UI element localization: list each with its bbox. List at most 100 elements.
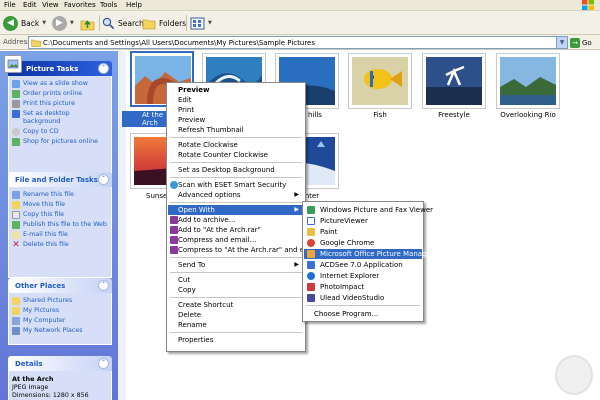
my-pictures-link[interactable]: My Pictures: [12, 307, 108, 315]
details-header[interactable]: Details ˆ: [8, 356, 112, 371]
collapse-chevron-icon[interactable]: ˆ: [98, 174, 109, 185]
label-fish[interactable]: Fish: [340, 111, 420, 119]
open-with-ulead-videostudio[interactable]: Ulead VideoStudio: [304, 293, 422, 303]
menu-tools[interactable]: Tools: [100, 1, 117, 9]
view-slideshow-link[interactable]: View as a slide show: [12, 80, 108, 88]
set-desktop-background-link[interactable]: Set as desktop background: [12, 110, 108, 126]
go-button[interactable]: → Go: [570, 36, 592, 49]
scrollbar[interactable]: [118, 51, 126, 400]
label-at-the-arch[interactable]: At the Arch: [122, 111, 172, 127]
menu-item-set-desktop-background[interactable]: Set as Desktop Background: [168, 165, 304, 175]
thumbnail-freestyle[interactable]: [422, 53, 486, 109]
submenu-arrow-icon: ▶: [294, 206, 299, 213]
chevron-down-icon: ▼: [42, 20, 47, 26]
menu-file[interactable]: File: [4, 1, 16, 9]
menu-item-rotate-clockwise[interactable]: Rotate Clockwise: [168, 140, 304, 150]
menu-item-add-to-archive[interactable]: Add to archive...: [168, 215, 304, 225]
label-overlooking-rio[interactable]: Overlooking Rio: [488, 111, 568, 119]
link-label: Set as desktop background: [23, 110, 70, 125]
thumbnail-overlooking-rio[interactable]: [496, 53, 560, 109]
menu-item-create-shortcut[interactable]: Create Shortcut: [168, 300, 304, 310]
open-with-internet-explorer[interactable]: Internet Explorer: [304, 271, 422, 281]
menu-item-refresh-thumbnail[interactable]: Refresh Thumbnail: [168, 125, 304, 135]
menu-help[interactable]: Help: [126, 1, 142, 9]
forward-button[interactable]: ▶ ▼: [52, 14, 74, 32]
menu-item-properties[interactable]: Properties: [168, 335, 304, 345]
menu-favorites[interactable]: Favorites: [64, 1, 96, 9]
open-with-photoimpact[interactable]: PhotoImpact: [304, 282, 422, 292]
search-button[interactable]: Search: [102, 14, 144, 32]
delete-file-link[interactable]: ✕ Delete this file: [12, 241, 108, 250]
menu-item-print[interactable]: Print: [168, 105, 304, 115]
menu-edit[interactable]: Edit: [23, 1, 37, 9]
link-label: My Pictures: [23, 307, 60, 314]
menu-item-add-to-rar[interactable]: Add to "At the Arch.rar": [168, 225, 304, 235]
label-freestyle[interactable]: Freestyle: [414, 111, 494, 119]
my-network-places-link[interactable]: My Network Places: [12, 327, 108, 335]
open-with-office-picture-manager[interactable]: Microsoft Office Picture Manager: [304, 249, 434, 259]
collapse-chevron-icon[interactable]: ˆ: [98, 63, 109, 74]
menu-item-compress-rar-email[interactable]: Compress to "At the Arch.rar" and email: [168, 245, 319, 255]
menu-item-rename[interactable]: Rename: [168, 320, 304, 330]
shop-pictures-link[interactable]: Shop for pictures online: [12, 138, 108, 146]
paint-icon: [307, 228, 315, 236]
menu-separator: [306, 305, 420, 306]
shared-pictures-link[interactable]: Shared Pictures: [12, 297, 108, 305]
rename-file-link[interactable]: Rename this file: [12, 191, 108, 199]
print-picture-link[interactable]: Print this picture: [12, 100, 108, 108]
open-with-google-chrome[interactable]: Google Chrome: [304, 238, 422, 248]
address-field[interactable]: C:\Documents and Settings\All Users\Docu…: [28, 36, 568, 49]
publish-web-link[interactable]: Publish this file to the Web: [12, 221, 108, 229]
menu-item-advanced-options[interactable]: Advanced options ▶: [168, 190, 304, 200]
address-dropdown-button[interactable]: ▼: [556, 37, 567, 48]
up-folder-button[interactable]: [80, 14, 95, 32]
menu-item-cut[interactable]: Cut: [168, 275, 304, 285]
slideshow-icon: [12, 80, 20, 88]
file-folder-tasks-header[interactable]: File and Folder Tasks ˆ: [8, 172, 112, 187]
menu-item-copy[interactable]: Copy: [168, 285, 304, 295]
back-button[interactable]: ◀ Back ▼: [3, 14, 46, 32]
menu-item-label: Internet Explorer: [320, 272, 380, 280]
thumbnail-fish[interactable]: [348, 53, 412, 109]
folders-icon: [142, 19, 156, 29]
menu-item-preview[interactable]: Preview: [168, 115, 304, 125]
internet-explorer-icon: [307, 272, 315, 280]
image-fish: [352, 57, 408, 105]
open-with-paint[interactable]: Paint: [304, 227, 422, 237]
copy-to-cd-link[interactable]: Copy to CD: [12, 128, 108, 136]
menu-view[interactable]: View: [42, 1, 59, 9]
menu-item-scan-eset[interactable]: Scan with ESET Smart Security: [168, 180, 304, 190]
collapse-chevron-icon[interactable]: ˆ: [98, 280, 109, 291]
my-computer-link[interactable]: My Computer: [12, 317, 108, 325]
menu-item-open-with[interactable]: Open With ▶: [168, 205, 304, 215]
menu-item-send-to[interactable]: Send To ▶: [168, 260, 304, 270]
menu-item-edit[interactable]: Edit: [168, 95, 304, 105]
views-button[interactable]: ▼: [190, 14, 212, 32]
copy-icon: [12, 211, 20, 219]
menu-item-compress-email[interactable]: Compress and email...: [168, 235, 304, 245]
open-with-windows-picture-fax-viewer[interactable]: Windows Picture and Fax Viewer: [304, 205, 433, 215]
toolbar: ◀ Back ▼ ▶ ▼ Search Folders ▼: [0, 11, 600, 35]
address-bar: Address C:\Documents and Settings\All Us…: [0, 35, 600, 50]
collapse-chevron-icon[interactable]: ˆ: [98, 358, 109, 369]
menu-item-preview-default[interactable]: Preview: [168, 85, 304, 95]
order-prints-link[interactable]: Order prints online: [12, 90, 108, 98]
toolbar-separator: [99, 15, 100, 31]
open-with-pictureviewer[interactable]: PictureViewer: [304, 216, 422, 226]
copy-file-link[interactable]: Copy this file: [12, 211, 108, 219]
open-with-acdsee[interactable]: ACDSee 7.0 Application: [304, 260, 422, 270]
submenu-arrow-icon: ▶: [294, 191, 299, 198]
folders-button[interactable]: Folders: [142, 14, 186, 32]
move-file-link[interactable]: Move this file: [12, 201, 108, 209]
other-places-header[interactable]: Other Places ˆ: [8, 278, 112, 293]
menu-item-rotate-counter-clockwise[interactable]: Rotate Counter Clockwise: [168, 150, 304, 160]
picture-tasks-header[interactable]: Picture Tasks ˆ: [4, 55, 112, 76]
watermark-logo: [555, 355, 593, 395]
link-label: Rename this file: [23, 191, 74, 198]
other-places-title: Other Places: [15, 282, 66, 290]
cd-icon: [12, 128, 20, 136]
open-with-choose-program[interactable]: Choose Program...: [304, 309, 422, 319]
menu-item-delete[interactable]: Delete: [168, 310, 304, 320]
toolbar-separator: [186, 15, 187, 31]
email-file-link[interactable]: E-mail this file: [12, 231, 108, 239]
